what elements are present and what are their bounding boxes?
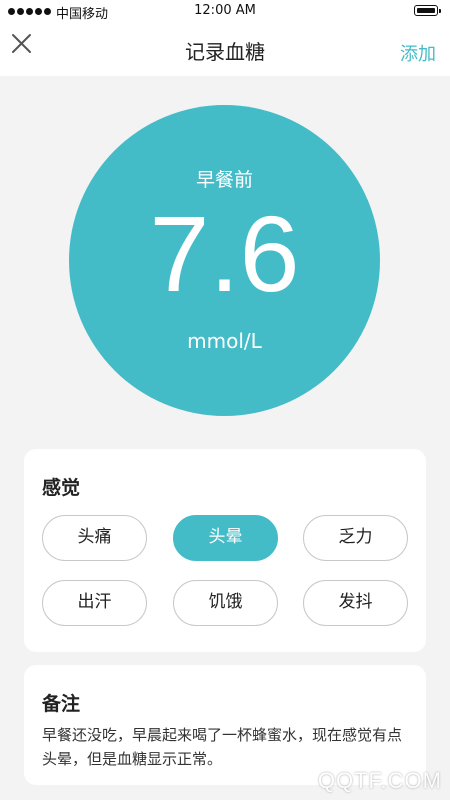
add-button[interactable]: 添加 <box>400 40 436 66</box>
battery-icon <box>414 5 441 16</box>
notes-title: 备注 <box>42 693 81 715</box>
feelings-title: 感觉 <box>42 477 81 499</box>
feeling-option-sweating[interactable]: 出汗 <box>42 580 147 626</box>
feeling-option-label: 头痛 <box>77 527 112 547</box>
feeling-option-dizziness[interactable]: 头晕 <box>173 515 278 561</box>
feeling-option-label: 饥饿 <box>208 592 243 612</box>
feeling-option-label: 出汗 <box>77 592 112 612</box>
status-time: 12:00 AM <box>194 3 256 18</box>
nav-bar: 记录血糖 添加 <box>0 24 450 76</box>
glucose-reading-circle: 早餐前 7.6 mmol/L <box>69 105 380 416</box>
feeling-option-label: 发抖 <box>338 592 373 612</box>
feeling-option-label: 头晕 <box>208 527 243 547</box>
feelings-card: 感觉 头痛 头晕 乏力 出汗 饥饿 发抖 <box>24 449 426 652</box>
notes-text[interactable]: 早餐还没吃，早晨起来喝了一杯蜂蜜水，现在感觉有点头晕，但是血糖显示正常。 <box>42 723 412 771</box>
glucose-value[interactable]: 7.6 <box>69 194 380 314</box>
glucose-unit: mmol/L <box>187 329 262 353</box>
notes-card: 备注 早餐还没吃，早晨起来喝了一杯蜂蜜水，现在感觉有点头晕，但是血糖显示正常。 <box>24 665 426 785</box>
close-icon <box>12 34 31 53</box>
feeling-option-hunger[interactable]: 饥饿 <box>173 580 278 626</box>
page-title: 记录血糖 <box>185 40 265 64</box>
feeling-option-headache[interactable]: 头痛 <box>42 515 147 561</box>
feeling-option-trembling[interactable]: 发抖 <box>303 580 408 626</box>
watermark: QQTF.COM <box>317 768 442 793</box>
feeling-option-label: 乏力 <box>338 527 373 547</box>
status-bar: 中国移动 12:00 AM <box>0 0 450 24</box>
feeling-option-fatigue[interactable]: 乏力 <box>303 515 408 561</box>
reading-period: 早餐前 <box>195 169 253 191</box>
close-button[interactable] <box>6 28 38 60</box>
